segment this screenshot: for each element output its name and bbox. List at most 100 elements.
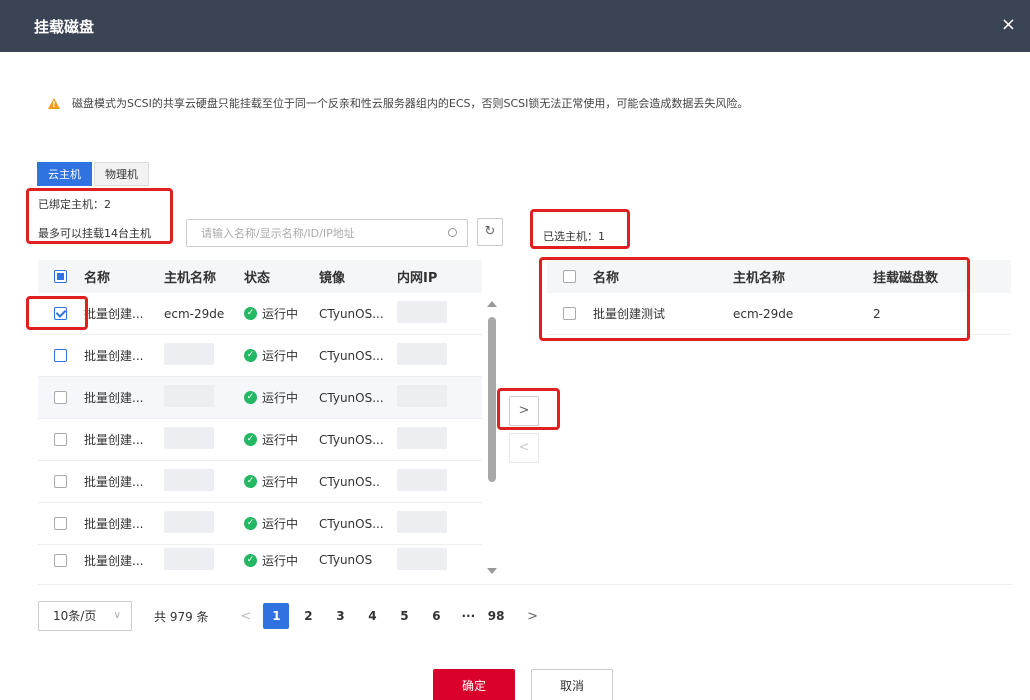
host-image: CTyunOS... bbox=[319, 390, 384, 405]
redacted-ip bbox=[397, 469, 447, 491]
page-1[interactable]: 1 bbox=[263, 603, 290, 629]
column-header-status: 状态 bbox=[244, 271, 271, 286]
highlight-box bbox=[539, 257, 970, 341]
check-circle-icon: ✓ bbox=[244, 433, 257, 446]
host-image: CTyunOS... bbox=[319, 432, 384, 447]
check-circle-icon: ✓ bbox=[244, 553, 257, 567]
host-status: 运行中 bbox=[262, 475, 299, 489]
host-name: 批量创建... bbox=[84, 391, 144, 405]
warning-icon: ! bbox=[48, 97, 60, 109]
page-size-select[interactable]: 10条/页 ∨ bbox=[38, 601, 132, 631]
host-image: CTyunOS... bbox=[319, 306, 384, 321]
host-image: CTyunOS... bbox=[319, 516, 384, 531]
host-name: 批量创建... bbox=[84, 475, 144, 489]
total-count: 共 979 条 bbox=[154, 609, 209, 624]
page-last[interactable]: 98 bbox=[483, 603, 509, 629]
redacted-ip bbox=[397, 301, 447, 323]
table-row[interactable]: 批量创建... ✓ 运行中 CTyunOS... bbox=[38, 377, 482, 419]
tab-cloud-host[interactable]: 云主机 bbox=[37, 162, 92, 186]
chevron-down-icon: ∨ bbox=[113, 610, 121, 621]
host-name: 批量创建... bbox=[84, 307, 144, 321]
host-list-table: 名称 主机名称 状态 镜像 内网IP 批量创建... ecm-29de ✓ 运行中… bbox=[38, 260, 482, 575]
check-circle-icon: ✓ bbox=[244, 391, 257, 404]
select-all-checkbox[interactable] bbox=[54, 270, 67, 283]
table-row[interactable]: 批量创建... ✓ 运行中 CTyunOS... bbox=[38, 335, 482, 377]
page-4[interactable]: 4 bbox=[359, 603, 385, 629]
max-hosts-hint: 最多可以挂载14台主机 bbox=[38, 227, 151, 240]
confirm-button[interactable]: 确定 bbox=[433, 669, 515, 700]
search-icon[interactable] bbox=[448, 228, 457, 237]
row-checkbox[interactable] bbox=[54, 433, 67, 446]
table-row[interactable]: 批量创建... ✓ 运行中 CTyunOS... bbox=[38, 503, 482, 545]
check-circle-icon: ✓ bbox=[244, 475, 257, 488]
host-image: CTyunOS bbox=[319, 553, 373, 567]
redacted-hostname bbox=[164, 343, 214, 365]
redacted-ip bbox=[397, 511, 447, 533]
redacted-ip bbox=[397, 343, 447, 365]
page-2[interactable]: 2 bbox=[295, 603, 321, 629]
redacted-hostname bbox=[164, 385, 214, 407]
divider bbox=[38, 584, 1012, 585]
tab-physical-host[interactable]: 物理机 bbox=[94, 162, 149, 186]
row-checkbox[interactable] bbox=[54, 517, 67, 530]
table-row[interactable]: 批量创建... ecm-29de ✓ 运行中 CTyunOS... bbox=[38, 293, 482, 335]
redacted-ip bbox=[397, 427, 447, 449]
close-icon[interactable]: × bbox=[1001, 14, 1016, 35]
highlight-box bbox=[26, 296, 88, 330]
check-circle-icon: ✓ bbox=[244, 307, 257, 320]
pagination: 10条/页 ∨ 共 979 条 < 1 2 3 4 5 6 ··· 98 > bbox=[38, 601, 550, 631]
host-name: 批量创建... bbox=[84, 433, 144, 447]
refresh-button[interactable]: ↻ bbox=[477, 218, 503, 246]
page-6[interactable]: 6 bbox=[423, 603, 449, 629]
page-ellipsis[interactable]: ··· bbox=[461, 609, 475, 623]
table-row[interactable]: 批量创建... ✓ 运行中 CTyunOS... bbox=[38, 419, 482, 461]
host-status: 运行中 bbox=[262, 349, 299, 363]
transfer-right-button[interactable]: > bbox=[509, 396, 539, 426]
check-circle-icon: ✓ bbox=[244, 517, 257, 530]
page-size-value: 10条/页 bbox=[53, 609, 97, 623]
check-circle-icon: ✓ bbox=[244, 349, 257, 362]
cancel-button[interactable]: 取消 bbox=[531, 669, 613, 700]
table-row[interactable]: 批量创建... ✓ 运行中 CTyunOS bbox=[38, 545, 482, 575]
host-name: 批量创建... bbox=[84, 349, 144, 363]
host-image: CTyunOS... bbox=[319, 348, 384, 363]
transfer-left-button[interactable]: < bbox=[509, 433, 539, 463]
host-status: 运行中 bbox=[262, 391, 299, 405]
row-checkbox[interactable] bbox=[54, 553, 67, 567]
column-header-name: 名称 bbox=[84, 271, 111, 286]
search-box bbox=[186, 219, 468, 247]
page-3[interactable]: 3 bbox=[327, 603, 353, 629]
page-5[interactable]: 5 bbox=[391, 603, 417, 629]
table-scrollbar[interactable] bbox=[487, 295, 497, 578]
host-status: 运行中 bbox=[262, 307, 299, 321]
row-checkbox[interactable] bbox=[54, 349, 67, 362]
bound-hosts-count: 已绑定主机：2 bbox=[38, 198, 111, 211]
host-hostname: ecm-29de bbox=[164, 306, 225, 321]
redacted-hostname bbox=[164, 547, 214, 570]
redacted-hostname bbox=[164, 427, 214, 449]
dialog-title: 挂载磁盘 bbox=[34, 18, 95, 36]
column-header-hostname: 主机名称 bbox=[164, 271, 217, 286]
redacted-ip bbox=[397, 547, 447, 570]
next-page-button[interactable]: > bbox=[527, 609, 538, 624]
scroll-up-icon[interactable] bbox=[487, 301, 497, 307]
host-status: 运行中 bbox=[262, 517, 299, 531]
dialog-header: 挂载磁盘 × bbox=[0, 0, 1030, 52]
search-input[interactable] bbox=[187, 220, 427, 246]
redacted-ip bbox=[397, 385, 447, 407]
warning-message: ! 磁盘模式为SCSI的共享云硬盘只能挂载至位于同一个反亲和性云服务器组内的EC… bbox=[48, 95, 748, 111]
redacted-hostname bbox=[164, 469, 214, 491]
selected-hosts-count: 已选主机：1 bbox=[543, 230, 605, 243]
row-checkbox[interactable] bbox=[54, 475, 67, 488]
warning-text: 磁盘模式为SCSI的共享云硬盘只能挂载至位于同一个反亲和性云服务器组内的ECS，… bbox=[72, 97, 749, 110]
prev-page-button[interactable]: < bbox=[241, 609, 252, 624]
host-status: 运行中 bbox=[262, 553, 299, 568]
host-name: 批量创建... bbox=[84, 517, 144, 531]
scroll-down-icon[interactable] bbox=[487, 568, 497, 574]
redacted-hostname bbox=[164, 511, 214, 533]
host-name: 批量创建... bbox=[84, 553, 144, 568]
scrollbar-thumb[interactable] bbox=[488, 317, 496, 482]
table-row[interactable]: 批量创建... ✓ 运行中 CTyunOS.. bbox=[38, 461, 482, 503]
row-checkbox[interactable] bbox=[54, 391, 67, 404]
host-type-tabs: 云主机 物理机 bbox=[37, 162, 149, 186]
